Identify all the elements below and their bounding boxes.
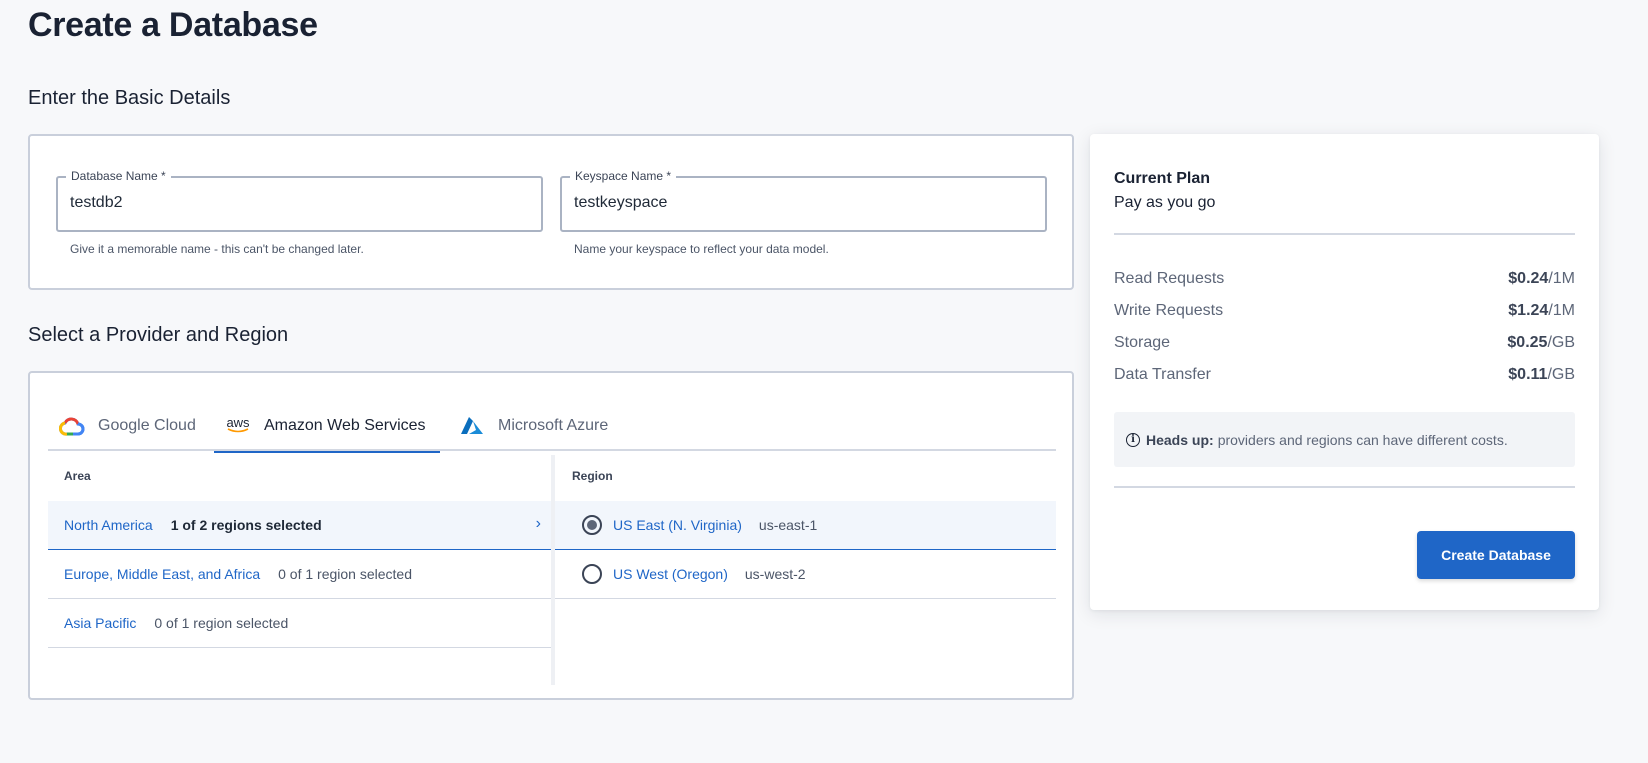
current-plan-name: Pay as you go [1114,194,1216,211]
region-column-header: Region [572,469,613,483]
azure-icon [458,416,486,436]
area-name: Europe, Middle East, and Africa [64,566,261,582]
plan-divider-top [1114,233,1575,235]
tab-aws[interactable]: aws Amazon Web Services [214,401,440,453]
provider-region-panel: Google Cloud aws Amazon Web Services Mic… [28,371,1074,700]
area-row-asia-pacific[interactable]: Asia Pacific 0 of 1 region selected [48,599,551,648]
area-column-header: Area [64,469,91,483]
provider-region-title: Select a Provider and Region [28,324,289,346]
price-amount: $0.11 [1508,366,1548,383]
plan-card: Current Plan Pay as you go Read Requests… [1090,134,1599,610]
tab-google-cloud-label: Google Cloud [98,417,196,434]
price-row-storage: Storage $0.25/GB [1114,334,1575,352]
area-row-emea[interactable]: Europe, Middle East, and Africa 0 of 1 r… [48,550,551,599]
price-label: Write Requests [1114,302,1224,319]
tab-google-cloud[interactable]: Google Cloud [58,401,196,451]
region-list: US East (N. Virginia) us-east-1 US West … [555,501,1056,599]
price-label: Read Requests [1114,270,1225,287]
provider-tabs: Google Cloud aws Amazon Web Services Mic… [48,401,1056,453]
basic-details-panel: Database Name * Give it a memorable name… [28,134,1074,290]
google-cloud-icon [58,416,86,436]
region-code: us-west-2 [744,566,806,582]
notice-text: providers and regions can have different… [1217,431,1508,448]
region-name: US East (N. Virginia) [613,517,742,533]
price-amount: $0.24 [1508,270,1549,287]
keyspace-name-label: Keyspace Name * [570,169,677,183]
price-row-write: Write Requests $1.24/1M [1114,302,1575,320]
price-value: $0.24/1M [1508,270,1575,288]
current-plan-label: Current Plan [1114,170,1211,187]
aws-icon: aws [224,415,252,434]
area-name: North America [64,517,153,533]
price-unit: /GB [1547,366,1575,383]
area-name: Asia Pacific [64,615,137,631]
cost-notice: i Heads up: providers and regions can ha… [1114,412,1575,467]
create-database-button[interactable]: Create Database [1417,531,1575,579]
basic-details-title: Enter the Basic Details [28,87,231,109]
region-code: us-east-1 [758,517,818,533]
price-amount: $1.24 [1508,302,1549,319]
database-name-input[interactable] [70,194,529,212]
notice-bold: Heads up: [1146,431,1214,448]
price-unit: /1M [1548,302,1575,319]
tab-microsoft-azure-label: Microsoft Azure [498,417,609,434]
keyspace-name-input[interactable] [574,194,1033,212]
price-label: Data Transfer [1114,366,1211,383]
page-title: Create a Database [28,6,318,44]
area-row-north-america[interactable]: North America 1 of 2 regions selected › [48,501,551,550]
area-list: North America 1 of 2 regions selected › … [48,501,551,648]
keyspace-name-field[interactable]: Keyspace Name * [560,169,1047,232]
price-unit: /GB [1547,334,1575,351]
area-region-count: 0 of 1 region selected [278,566,412,582]
keyspace-name-helper: Name your keyspace to reflect your data … [574,242,829,256]
chevron-right-icon: › [535,515,541,532]
price-label: Storage [1114,334,1171,351]
region-radio-selected[interactable] [582,515,602,535]
database-name-label: Database Name * [66,169,171,183]
database-name-helper: Give it a memorable name - this can't be… [70,242,364,256]
area-region-count: 0 of 1 region selected [154,615,289,631]
price-value: $1.24/1M [1508,302,1575,320]
price-value: $0.25/GB [1507,334,1575,352]
price-unit: /1M [1548,270,1575,287]
tab-microsoft-azure[interactable]: Microsoft Azure [458,401,608,451]
aws-icon-text: aws [226,415,250,430]
region-name: US West (Oregon) [613,566,728,582]
price-value: $0.11/GB [1508,366,1575,384]
info-icon: i [1126,432,1140,447]
plan-divider-bottom [1114,486,1575,488]
region-row-us-west-2[interactable]: US West (Oregon) us-west-2 [555,550,1056,599]
region-row-us-east-1[interactable]: US East (N. Virginia) us-east-1 [555,501,1056,550]
database-name-field[interactable]: Database Name * [56,169,543,232]
price-amount: $0.25 [1507,334,1548,351]
area-region-count: 1 of 2 regions selected [170,517,322,533]
price-row-read: Read Requests $0.24/1M [1114,270,1575,288]
price-row-data-transfer: Data Transfer $0.11/GB [1114,366,1575,384]
tab-aws-label: Amazon Web Services [264,417,426,434]
region-radio[interactable] [582,564,602,584]
